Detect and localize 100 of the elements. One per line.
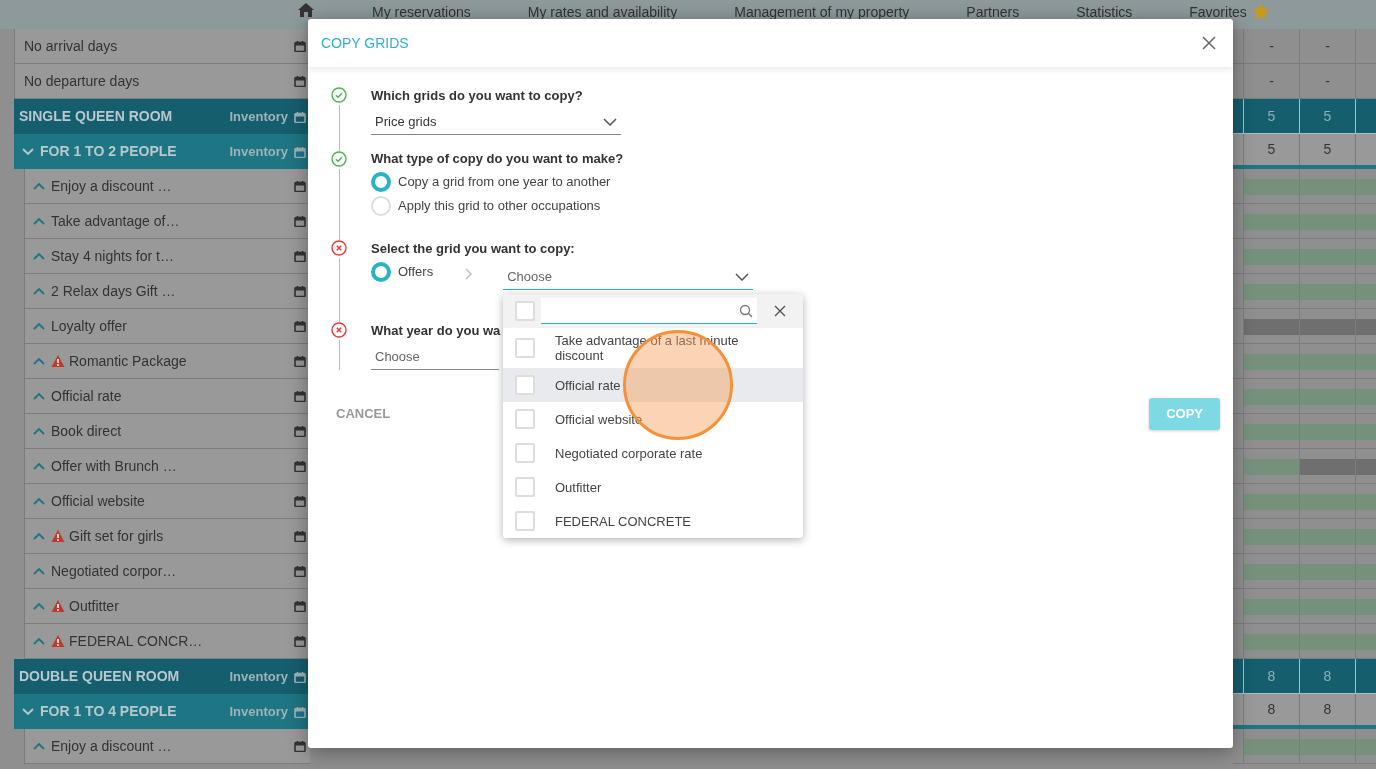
calendar-icon bbox=[294, 705, 306, 718]
select-field[interactable]: Price grids bbox=[371, 109, 621, 135]
dialog-title: COPY GRIDS bbox=[321, 33, 409, 53]
calendar-icon bbox=[294, 495, 306, 507]
row-label: Romantic Package bbox=[69, 351, 188, 371]
row-label: No arrival days bbox=[24, 36, 119, 56]
row-label: 2 Relax days Gift … bbox=[51, 281, 177, 301]
row-label: Outfitter bbox=[69, 596, 120, 616]
option-label: FEDERAL CONCRETE bbox=[555, 513, 692, 529]
dropdown-option[interactable]: FEDERAL CONCRETE bbox=[503, 504, 803, 538]
inventory-label: Inventory bbox=[229, 667, 288, 686]
select-all-checkbox[interactable] bbox=[515, 301, 535, 321]
grid-value: 5 bbox=[1267, 106, 1276, 126]
dropdown-option[interactable]: Outfitter bbox=[503, 470, 803, 504]
row-label: Take advantage of… bbox=[51, 211, 181, 231]
row-label: Loyalty offer bbox=[51, 316, 128, 336]
clear-button[interactable] bbox=[773, 304, 787, 318]
home-icon[interactable] bbox=[297, 2, 315, 18]
nav-link[interactable]: My reservations bbox=[372, 2, 471, 23]
calendar-icon bbox=[294, 670, 306, 683]
calendar-icon bbox=[294, 355, 306, 367]
grid-value: - bbox=[1269, 71, 1274, 91]
grid-value: - bbox=[1269, 36, 1274, 56]
select-field[interactable]: Choose bbox=[503, 264, 754, 290]
calendar-icon bbox=[294, 75, 306, 87]
nav-link[interactable]: My rates and availability bbox=[527, 2, 678, 23]
checkbox[interactable] bbox=[515, 511, 535, 531]
calendar-icon bbox=[294, 40, 306, 52]
checkbox[interactable] bbox=[515, 338, 535, 358]
nav-link[interactable]: Partners bbox=[966, 2, 1020, 23]
search-field[interactable] bbox=[541, 298, 757, 324]
grid-value: 8 bbox=[1267, 666, 1276, 686]
star-icon bbox=[1250, 2, 1271, 21]
calendar-icon bbox=[294, 320, 306, 332]
option-label: Official rate bbox=[555, 377, 621, 393]
grid-value: 5 bbox=[1323, 140, 1332, 159]
grid-value: 5 bbox=[1267, 140, 1276, 159]
calendar-icon bbox=[294, 390, 306, 402]
radio-label: Offers bbox=[398, 263, 434, 282]
dropdown-option[interactable]: Official rate bbox=[503, 368, 803, 402]
radio-label: Apply this grid to other occupations bbox=[398, 197, 601, 216]
search-icon bbox=[739, 303, 753, 318]
grid-value: 8 bbox=[1267, 700, 1276, 719]
row-label: Negotiated corpor… bbox=[51, 561, 178, 581]
calendar-icon bbox=[294, 250, 306, 262]
checkbox[interactable] bbox=[515, 409, 535, 429]
calendar-icon bbox=[294, 530, 306, 542]
grid-value: 8 bbox=[1323, 666, 1332, 686]
calendar-icon bbox=[294, 180, 306, 192]
inventory-label: Inventory bbox=[229, 142, 288, 161]
calendar-icon bbox=[294, 215, 306, 227]
row-label: Official rate bbox=[51, 386, 123, 406]
occupancy-name: FOR 1 TO 4 PEOPLE bbox=[40, 702, 178, 721]
row-label: Enjoy a discount … bbox=[51, 736, 173, 756]
inventory-label: Inventory bbox=[229, 702, 288, 721]
row-label: Official website bbox=[51, 491, 146, 511]
calendar-icon bbox=[294, 460, 306, 472]
calendar-icon bbox=[294, 110, 306, 123]
checkbox[interactable] bbox=[515, 375, 535, 395]
step-question: Which grids do you want to copy? bbox=[371, 87, 584, 105]
step-question: What type of copy do you want to make? bbox=[371, 150, 624, 168]
nav-link[interactable]: Statistics bbox=[1076, 2, 1133, 23]
row-label: Offer with Brunch … bbox=[51, 456, 178, 476]
row-label: Gift set for girls bbox=[69, 526, 165, 546]
calendar-icon bbox=[294, 600, 306, 612]
grid-value: 8 bbox=[1323, 700, 1332, 719]
grid-value: - bbox=[1325, 71, 1330, 91]
caret-icon bbox=[603, 117, 617, 126]
radio-button[interactable] bbox=[371, 262, 391, 282]
radio-label: Copy a grid from one year to another bbox=[398, 173, 611, 192]
calendar-icon bbox=[294, 635, 306, 647]
grid-value: - bbox=[1325, 36, 1330, 56]
inventory-label: Inventory bbox=[229, 107, 288, 126]
close-button[interactable] bbox=[1201, 35, 1217, 51]
calendar-icon bbox=[294, 425, 306, 437]
radio-button[interactable] bbox=[371, 172, 391, 192]
caret-icon bbox=[735, 272, 750, 281]
row-label: Book direct bbox=[51, 421, 123, 441]
room-name: DOUBLE QUEEN ROOM bbox=[19, 667, 181, 686]
grid-value: 5 bbox=[1323, 106, 1332, 126]
room-name: SINGLE QUEEN ROOM bbox=[19, 107, 174, 126]
checkbox[interactable] bbox=[515, 443, 535, 463]
option-label: Outfitter bbox=[555, 479, 602, 495]
row-label: Enjoy a discount … bbox=[51, 176, 173, 196]
occupancy-name: FOR 1 TO 2 PEOPLE bbox=[40, 142, 178, 161]
chevron-right-icon bbox=[465, 268, 474, 280]
step-question: What year do you wa bbox=[371, 322, 501, 340]
calendar-icon bbox=[294, 285, 306, 297]
row-label: Stay 4 nights for t… bbox=[51, 246, 175, 266]
calendar-icon bbox=[294, 740, 306, 752]
option-label: Negotiated corporate rate bbox=[555, 445, 703, 461]
calendar-icon bbox=[294, 565, 306, 577]
row-label: No departure days bbox=[24, 71, 141, 91]
nav-link[interactable]: Favorites bbox=[1189, 2, 1247, 23]
row-label: FEDERAL CONCR… bbox=[69, 631, 204, 651]
dropdown-option[interactable]: Negotiated corporate rate bbox=[503, 436, 803, 470]
step-question: Select the grid you want to copy: bbox=[371, 240, 576, 258]
calendar-icon bbox=[294, 145, 306, 158]
checkbox[interactable] bbox=[515, 477, 535, 497]
select-field[interactable]: Choose bbox=[371, 344, 499, 370]
